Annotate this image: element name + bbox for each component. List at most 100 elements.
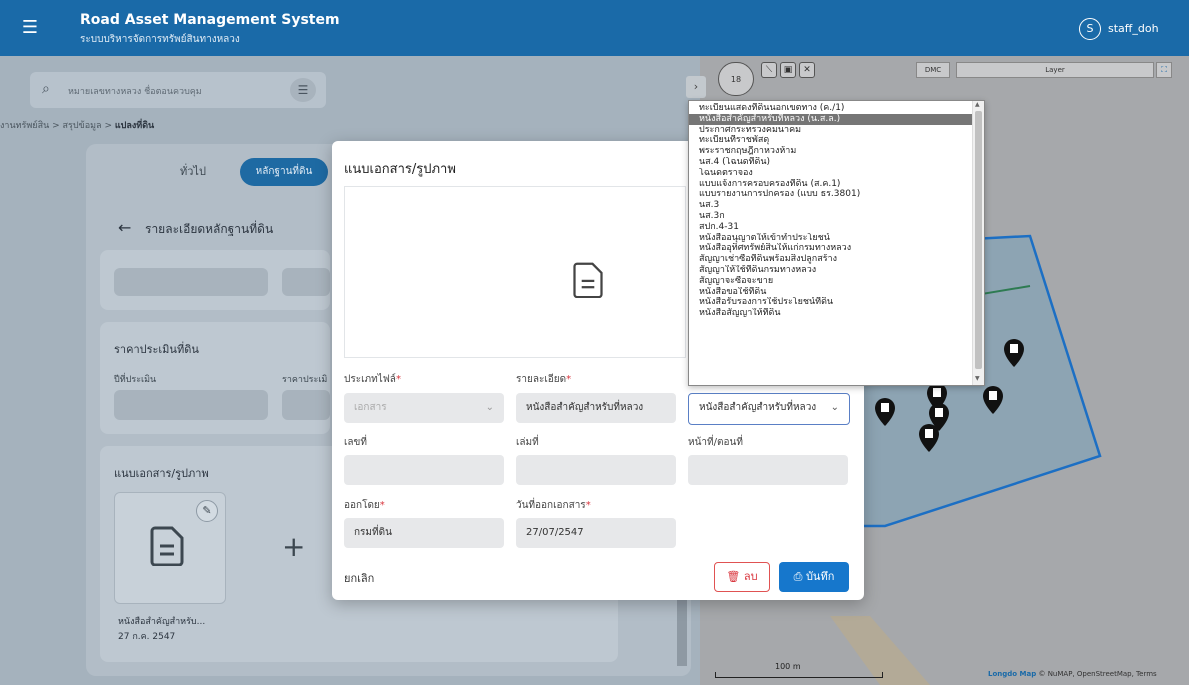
number-field[interactable]: [344, 455, 504, 485]
dropdown-item[interactable]: นส.4 (โฉนดที่ดิน): [689, 157, 973, 168]
issued-by-field[interactable]: กรมที่ดิน: [344, 518, 504, 548]
assess-price-field: [282, 390, 330, 420]
zoom-level-control[interactable]: 18: [718, 62, 754, 96]
detail-label: รายละเอียด*: [516, 374, 572, 385]
map-marker-icon[interactable]: [1003, 338, 1025, 368]
file-type-label: ประเภทไฟล์*: [344, 374, 401, 385]
breadcrumb: งานทรัพย์สิน > สรุปข้อมูล > แปลงที่ดิน: [0, 118, 154, 132]
ghost-field: [114, 268, 268, 296]
back-arrow-icon[interactable]: ←: [118, 218, 131, 237]
section-card: [100, 250, 330, 310]
issued-by-label: ออกโดย*: [344, 500, 385, 511]
dropdown-item[interactable]: หนังสืออุทิศทรัพย์สินให้แก่กรมทางหลวง: [689, 243, 973, 254]
volume-field[interactable]: [516, 455, 676, 485]
issue-date-field[interactable]: 27/07/2547: [516, 518, 676, 548]
map-marker-icon[interactable]: [918, 423, 940, 453]
attachment-caption: หนังสือสำคัญสำหรับ...: [118, 617, 206, 627]
dropdown-item[interactable]: สัญญาจะซื้อจะขาย: [689, 276, 973, 287]
layer-select[interactable]: Layer: [956, 62, 1154, 78]
dropdown-item[interactable]: นส.3: [689, 200, 973, 211]
dropdown-scrollbar[interactable]: ▲ ▼: [972, 101, 984, 385]
filter-sliders-icon[interactable]: ☰: [290, 78, 316, 102]
document-type-select[interactable]: หนังสือสำคัญสำหรับที่หลวง ⌄: [688, 393, 850, 425]
longdo-map-logo[interactable]: Longdo Map: [988, 670, 1036, 678]
save-label: บันทึก: [805, 570, 835, 583]
scroll-down-arrow-icon[interactable]: ▼: [975, 375, 980, 382]
save-button[interactable]: ⎙ บันทึก: [779, 562, 849, 592]
dropdown-item[interactable]: หนังสือรับรองการใช้ประโยชน์ที่ดิน: [689, 297, 973, 308]
tab-land-evidence[interactable]: หลักฐานที่ดิน: [240, 158, 328, 186]
dropdown-item[interactable]: ทะเบียนแสดงที่ดินนอกเขตทาง (ค./1): [689, 103, 973, 114]
hamburger-menu-icon[interactable]: ☰: [20, 18, 40, 38]
dropdown-item[interactable]: หนังสืออนุญาตให้เข้าทำประโยชน์: [689, 233, 973, 244]
breadcrumb-separator: >: [52, 121, 60, 131]
file-type-value: เอกสาร: [354, 402, 387, 413]
fullscreen-icon[interactable]: ⛶: [1156, 62, 1172, 78]
chevron-down-icon: ⌄: [485, 402, 494, 413]
dropdown-item[interactable]: หนังสือสัญญาให้ที่ดิน: [689, 308, 973, 319]
search-icon: ⌕: [42, 81, 50, 97]
measure-area-icon[interactable]: ▣: [780, 62, 796, 78]
dropdown-scroll-thumb[interactable]: [975, 111, 982, 369]
dropdown-item[interactable]: สปก.4-31: [689, 222, 973, 233]
dropdown-item[interactable]: แบบแจ้งการครอบครองที่ดิน (ส.ค.1): [689, 179, 973, 190]
page-field[interactable]: [688, 455, 848, 485]
map-scale-label: 100 m: [775, 662, 801, 671]
assess-year-field: [114, 390, 268, 420]
cancel-button[interactable]: ยกเลิก: [344, 569, 374, 587]
dropdown-item[interactable]: ทะเบียนที่ราชพัสดุ: [689, 135, 973, 146]
dropdown-item[interactable]: สัญญาเช่าซื้อที่ดินพร้อมสิ่งปลูกสร้าง: [689, 254, 973, 265]
price-section-title: ราคาประเมินที่ดิน: [114, 343, 199, 356]
dropdown-item[interactable]: โฉนดตราจอง: [689, 168, 973, 179]
attach-section-title: แนบเอกสาร/รูปภาพ: [114, 467, 209, 480]
search-box[interactable]: ⌕ หมายเลขทางหลวง ชื่อตอนควบคุม ☰: [30, 72, 326, 108]
add-attachment-plus-icon[interactable]: +: [282, 530, 305, 563]
breadcrumb-summary[interactable]: สรุปข้อมูล: [63, 121, 102, 131]
assess-year-label: ปีที่ประเมิน: [114, 375, 157, 385]
file-preview-area[interactable]: [344, 186, 686, 358]
volume-label: เล่มที่: [516, 437, 539, 448]
delete-label: ลบ: [743, 570, 758, 583]
measure-distance-icon[interactable]: ⟍: [761, 62, 777, 78]
file-type-select[interactable]: เอกสาร ⌄: [344, 393, 504, 423]
modal-title: แนบเอกสาร/รูปภาพ: [344, 162, 456, 177]
issue-date-label: วันที่ออกเอกสาร*: [516, 500, 591, 511]
delete-button[interactable]: 🗑 ลบ: [714, 562, 770, 592]
document-type-value: หนังสือสำคัญสำหรับที่หลวง: [699, 402, 817, 413]
map-marker-icon[interactable]: [874, 397, 896, 427]
map-marker-icon[interactable]: [982, 385, 1004, 415]
dropdown-item[interactable]: หนังสือสำคัญสำหรับที่หลวง (น.ส.ล.): [689, 113, 973, 125]
clear-tool-icon[interactable]: ✕: [799, 62, 815, 78]
ghost-field: [282, 268, 330, 296]
scroll-up-arrow-icon[interactable]: ▲: [975, 101, 980, 108]
search-input[interactable]: หมายเลขทางหลวง ชื่อตอนควบคุม: [68, 84, 202, 98]
attribution-text[interactable]: © NuMAP, OpenStreetMap, Terms: [1038, 670, 1156, 678]
user-avatar[interactable]: S: [1079, 18, 1101, 40]
chevron-down-icon: ⌄: [830, 402, 839, 413]
tab-general[interactable]: ทั่วไป: [180, 162, 206, 180]
dropdown-item[interactable]: หนังสือขอใช้ที่ดิน: [689, 287, 973, 298]
breadcrumb-land-parcel: แปลงที่ดิน: [114, 121, 155, 131]
dmc-button[interactable]: DMC: [916, 62, 950, 78]
app-header: ☰ Road Asset Management System ระบบบริหา…: [0, 0, 1189, 56]
dropdown-item[interactable]: พระราชกฤษฎีกาหวงห้าม: [689, 146, 973, 157]
edit-pencil-icon[interactable]: ✎: [196, 500, 218, 522]
trash-icon: 🗑: [726, 570, 741, 583]
page-label: หน้าที่/ตอนที่: [688, 437, 743, 448]
collapse-panel-chevron-icon[interactable]: ›: [686, 76, 706, 98]
price-section-card: ราคาประเมินที่ดิน ปีที่ประเมิน ราคาประเม…: [100, 322, 330, 434]
dropdown-item[interactable]: นส.3ก: [689, 211, 973, 222]
document-icon: [150, 526, 184, 566]
document-preview-icon: [573, 262, 603, 298]
dropdown-item[interactable]: ประกาศกระทรวงคมนาคม: [689, 125, 973, 136]
assess-price-label: ราคาประเมิ: [282, 375, 328, 385]
user-name[interactable]: staff_doh: [1108, 22, 1159, 35]
number-label: เลขที่: [344, 437, 367, 448]
breadcrumb-assets[interactable]: งานทรัพย์สิน: [0, 121, 49, 131]
dropdown-item[interactable]: สัญญาให้ใช้ที่ดินกรมทางหลวง: [689, 265, 973, 276]
zoom-level: 18: [730, 75, 742, 84]
app-subtitle: ระบบบริหารจัดการทรัพย์สินทางหลวง: [80, 34, 240, 45]
document-type-dropdown[interactable]: ทะเบียนแสดงที่ดินนอกเขตทาง (ค./1) หนังสื…: [688, 100, 985, 386]
dropdown-item[interactable]: แบบรายงานการปกครอง (แบบ ธร.3801): [689, 189, 973, 200]
detail-field[interactable]: หนังสือสำคัญสำหรับที่หลวง: [516, 393, 676, 423]
